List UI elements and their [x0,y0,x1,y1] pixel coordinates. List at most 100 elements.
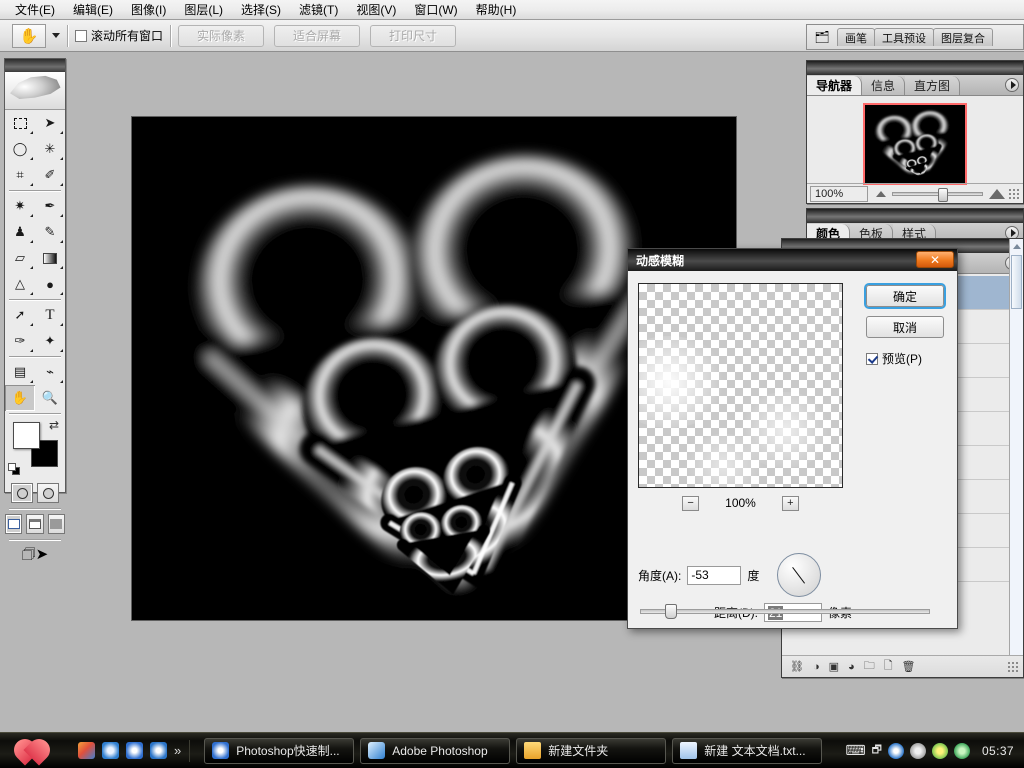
menu-edit[interactable]: 编辑(E) [64,1,122,19]
menu-layer[interactable]: 图层(L) [175,1,232,19]
layers-resize-grip[interactable] [1007,660,1019,673]
volume-tray-icon[interactable] [909,742,926,759]
well-tab-brushes[interactable]: 画笔 [837,28,875,46]
standard-mask-mode-button[interactable] [11,483,33,503]
tool-eraser[interactable]: ▱ [5,245,35,271]
ok-button[interactable]: 确定 [866,285,944,307]
close-icon[interactable]: ✕ [916,251,954,268]
well-tab-layer-comps[interactable]: 图层复合 [933,28,993,46]
menu-help[interactable]: 帮助(H) [467,1,526,19]
kingsoft-tray-icon[interactable] [887,742,904,759]
toolbox-drag-handle[interactable] [5,59,65,72]
navigator-zoom-slider[interactable] [892,187,983,202]
tool-type[interactable]: T [35,302,65,328]
chevron-down-icon[interactable] [52,33,60,38]
tool-dodge[interactable]: ● [35,271,65,297]
more-chevron-icon[interactable]: » [174,743,181,758]
new-group-icon[interactable]: 🗀 [864,657,875,676]
menu-file[interactable]: 文件(E) [6,1,64,19]
tool-marquee[interactable] [5,110,35,136]
navigator-zoom-field[interactable]: 100% [810,185,868,202]
tool-pen[interactable]: ✑ [5,328,35,354]
layer-style-icon[interactable]: ◑ [813,661,820,673]
layer-mask-icon[interactable]: ▣ [829,660,839,673]
full-screen-mode-button[interactable] [47,514,65,534]
scroll-up-icon[interactable] [1010,239,1023,253]
browser-icon[interactable] [102,742,119,759]
layers-scrollbar[interactable] [1009,239,1023,677]
delete-layer-icon[interactable]: 🗑 [902,660,916,673]
zoom-out-icon[interactable] [876,190,886,197]
cancel-button[interactable]: 取消 [866,316,944,338]
full-screen-menubar-mode-button[interactable] [26,514,44,534]
menu-image[interactable]: 图像(I) [122,1,175,19]
menu-select[interactable]: 选择(S) [232,1,290,19]
motion-blur-dialog[interactable]: 动感模糊 ✕ − 100% + 确定 取消 预览(P) 角度(A): -53 度 [627,248,958,629]
tray-expand-icon[interactable]: 🗗 [872,741,882,760]
tab-navigator[interactable]: 导航器 [807,76,863,95]
menu-window[interactable]: 窗口(W) [405,1,466,19]
taskbar-window-new-text-document[interactable]: 新建 文本文档.txt... [672,737,823,764]
tool-zoom[interactable]: 🔍 [35,385,65,411]
print-size-button[interactable]: 打印尺寸 [370,24,457,47]
tool-history-brush[interactable]: ✎ [35,219,65,245]
tool-lasso[interactable]: ◯ [5,136,35,162]
taskbar-window-adobe-photoshop[interactable]: Adobe Photoshop [360,737,511,764]
preview-checkbox[interactable]: 预览(P) [866,350,944,367]
tool-healing-brush[interactable]: ✷ [5,193,35,219]
file-browser-icon[interactable]: 🗂 [807,25,837,49]
tool-magic-wand[interactable]: ✳ [35,136,65,162]
scrollbar-thumb[interactable] [1011,255,1022,309]
preview-zoom-in-button[interactable]: + [781,495,799,511]
kingsoft-icon[interactable] [150,742,167,759]
taskbar-window-photoshop-tutorial[interactable]: Photoshop快速制... [204,737,355,764]
tool-blur[interactable]: △ [5,271,35,297]
angle-dial[interactable] [777,553,822,597]
taskbar-window-new-folder[interactable]: 新建文件夹 [516,737,667,764]
tab-histogram[interactable]: 直方图 [905,76,961,95]
distance-slider[interactable] [640,604,930,619]
quick-mask-mode-button[interactable] [37,483,59,503]
well-tab-tool-presets[interactable]: 工具预设 [874,28,934,46]
swap-colors-icon[interactable]: ⇄ [49,418,59,432]
tool-clone-stamp[interactable]: ♟ [5,219,35,245]
shield-tray-icon[interactable] [953,742,970,759]
navigator-resize-grip[interactable] [1008,187,1020,200]
adjustment-layer-icon[interactable]: ◕ [848,661,855,673]
navigator-menu-icon[interactable] [1005,78,1019,92]
color-drag-handle[interactable] [807,209,1023,223]
tool-custom-shape[interactable]: ✦ [35,328,65,354]
foreground-color-swatch[interactable] [13,422,40,449]
menu-filter[interactable]: 滤镜(T) [290,1,347,19]
maxthon-icon[interactable] [126,742,143,759]
navigator-drag-handle[interactable] [807,61,1023,75]
jump-to-imageready-icon[interactable]: 🗇➤ [13,545,57,567]
preview-zoom-out-button[interactable]: − [682,495,700,511]
taskbar-clock[interactable]: 05:37 [982,744,1014,758]
fit-screen-button[interactable]: 适合屏幕 [274,24,361,47]
scroll-all-windows-checkbox[interactable]: 滚动所有窗口 [75,27,163,44]
zoom-in-icon[interactable] [989,188,1005,199]
tool-crop[interactable]: ⌗ [5,162,35,188]
standard-screen-mode-button[interactable] [5,514,23,534]
menu-view[interactable]: 视图(V) [347,1,405,19]
new-layer-icon[interactable]: 🗋 [884,657,893,676]
angle-input[interactable]: -53 [687,565,742,585]
navigator-thumbnail[interactable] [863,103,967,185]
show-desktop-icon[interactable] [78,742,95,759]
tab-info[interactable]: 信息 [862,76,906,95]
keyboard-layout-icon[interactable]: ⌨ [845,742,865,759]
link-layers-icon[interactable]: ⛓ [790,660,804,673]
tool-move[interactable]: ➤ [35,110,65,136]
heart-start-icon[interactable] [9,733,60,767]
tool-brush[interactable]: ✒ [35,193,65,219]
default-colors-icon[interactable] [8,463,21,476]
antivirus-tray-icon[interactable] [931,742,948,759]
tool-gradient[interactable] [35,245,65,271]
dialog-title-bar[interactable]: 动感模糊 ✕ [628,249,957,271]
tool-path-selection[interactable]: ➚ [5,302,35,328]
tool-hand[interactable]: ✋ [5,385,35,411]
tool-slice[interactable]: ✐ [35,162,65,188]
zoom-slider-thumb[interactable] [937,187,948,202]
current-tool-well[interactable]: ✋ [12,23,46,48]
